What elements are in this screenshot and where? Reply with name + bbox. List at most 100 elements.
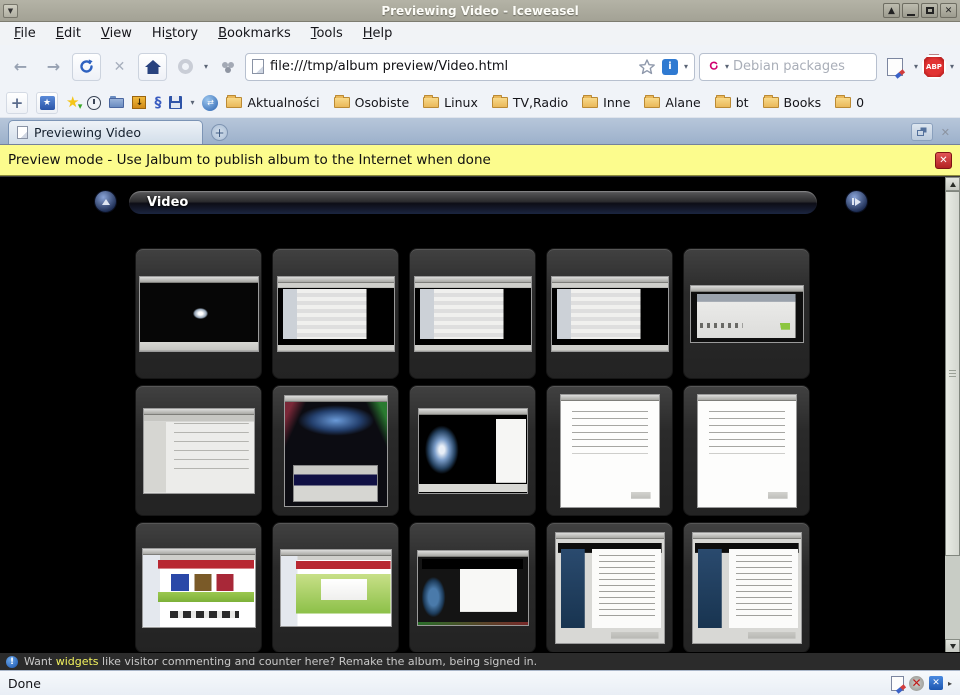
- chevron-down-icon[interactable]: ▾: [950, 62, 954, 71]
- album-header: Video: [0, 177, 945, 233]
- identity-icon[interactable]: i: [662, 59, 678, 75]
- video-thumbnail[interactable]: [272, 385, 399, 516]
- search-input[interactable]: Debian packages: [733, 59, 845, 74]
- album-page: Video: [0, 176, 960, 652]
- video-thumbnail[interactable]: [546, 522, 673, 652]
- url-bar[interactable]: file:///tmp/album preview/Video.html i ▾: [245, 53, 695, 81]
- video-thumbnail[interactable]: [683, 522, 810, 652]
- scroll-down-button[interactable]: [945, 639, 960, 652]
- widgets-bar: ! Want widgets like visitor commenting a…: [0, 652, 960, 670]
- save-icon[interactable]: [169, 96, 182, 109]
- bookmark-folder-label: Inne: [603, 95, 630, 110]
- extension-button[interactable]: [212, 53, 241, 81]
- video-thumbnail[interactable]: [135, 522, 262, 652]
- scrollbar-thumb[interactable]: [945, 191, 960, 556]
- bookmark-folder-aktualności[interactable]: Aktualności: [226, 95, 319, 110]
- chevron-down-icon[interactable]: ▾: [204, 62, 208, 71]
- video-thumbnail[interactable]: [409, 248, 536, 379]
- edit-page-icon[interactable]: [891, 676, 904, 691]
- bookmark-folder-books[interactable]: Books: [763, 95, 822, 110]
- new-tab-button[interactable]: +: [211, 124, 228, 141]
- adblock-plus-icon[interactable]: ABP: [922, 55, 946, 79]
- bookmark-folder-linux[interactable]: Linux: [423, 95, 478, 110]
- menu-help[interactable]: Help: [353, 24, 403, 43]
- debian-search-engine-icon[interactable]: [706, 59, 721, 74]
- forward-button[interactable]: →: [39, 53, 68, 81]
- bookmark-folders: Aktualności Osobiste Linux TV,Radio Inne Alan…: [226, 95, 864, 110]
- bookmarks-sidebar-button[interactable]: ★: [36, 92, 58, 114]
- page-scrollbar[interactable]: [945, 177, 960, 652]
- search-engine-dropdown-icon[interactable]: ▾: [725, 62, 729, 71]
- maximize-icon: [926, 7, 934, 14]
- shade-button[interactable]: ▲: [883, 3, 900, 18]
- notification-close-button[interactable]: ✕: [935, 152, 952, 169]
- menu-file[interactable]: File: [4, 24, 46, 43]
- video-thumbnail[interactable]: [409, 385, 536, 516]
- stop-icon: ✕: [114, 59, 126, 75]
- video-thumbnail[interactable]: [135, 385, 262, 516]
- close-button[interactable]: ✕: [940, 3, 957, 18]
- menu-view[interactable]: View: [91, 24, 142, 43]
- stop-button[interactable]: ✕: [105, 53, 134, 81]
- video-thumbnail[interactable]: [272, 522, 399, 652]
- close-tab-button[interactable]: ✕: [941, 126, 956, 139]
- bookmark-folder-bt[interactable]: bt: [715, 95, 749, 110]
- folder-icon: [334, 97, 350, 108]
- url-input[interactable]: file:///tmp/album preview/Video.html: [270, 59, 632, 74]
- slideshow-button[interactable]: [845, 190, 868, 213]
- bookmark-folder-alane[interactable]: Alane: [644, 95, 700, 110]
- video-thumbnail[interactable]: [683, 385, 810, 516]
- menu-bookmarks[interactable]: Bookmarks: [208, 24, 301, 43]
- maximize-button[interactable]: [921, 3, 938, 18]
- arrow-up-icon: [102, 199, 110, 205]
- window-menu-icon[interactable]: ▼: [3, 4, 18, 18]
- downloads-icon[interactable]: ↓: [132, 96, 146, 109]
- bookmark-folder-osobiste[interactable]: Osobiste: [334, 95, 410, 110]
- book-star-icon: ★: [40, 96, 55, 110]
- video-thumbnail[interactable]: [683, 248, 810, 379]
- back-button[interactable]: ←: [6, 53, 35, 81]
- menu-tools[interactable]: Tools: [301, 24, 353, 43]
- open-folder-icon[interactable]: [109, 98, 124, 108]
- blocked-globe-icon[interactable]: [909, 676, 924, 691]
- tab-previewing-video[interactable]: Previewing Video: [8, 120, 203, 144]
- bookmark-star-icon[interactable]: [638, 58, 656, 76]
- minimize-button[interactable]: [902, 3, 919, 18]
- bookmark-folder-inne[interactable]: Inne: [582, 95, 630, 110]
- bookmarks-toolbar: + ★ ★ ↓ § ▾ ⇄ Aktualności Osobiste Linux TV…: [0, 88, 960, 118]
- video-thumbnail[interactable]: [135, 248, 262, 379]
- starred-download-icon[interactable]: ★: [66, 95, 79, 110]
- thumb-setup-wizard: [560, 394, 660, 508]
- video-thumbnail[interactable]: [546, 385, 673, 516]
- bookmark-folder-0[interactable]: 0: [835, 95, 864, 110]
- reload-icon: [78, 58, 95, 75]
- search-bar[interactable]: ▾ Debian packages: [699, 53, 877, 81]
- extension-x-icon[interactable]: ✕: [929, 676, 943, 690]
- reload-button[interactable]: [72, 53, 101, 81]
- bookmark-folder-tv,radio[interactable]: TV,Radio: [492, 95, 568, 110]
- video-thumbnail[interactable]: [409, 522, 536, 652]
- video-thumbnail[interactable]: [546, 248, 673, 379]
- bookmark-folder-label: bt: [736, 95, 749, 110]
- chevron-right-icon[interactable]: ▸: [948, 679, 952, 688]
- url-dropdown-icon[interactable]: ▾: [684, 62, 688, 71]
- history-clock-icon[interactable]: [87, 96, 101, 110]
- scroll-up-button[interactable]: [945, 177, 960, 191]
- tab-bar: Previewing Video + ✕: [0, 118, 960, 145]
- globe-sync-icon[interactable]: ⇄: [202, 95, 218, 111]
- chevron-down-icon[interactable]: ▾: [190, 98, 194, 107]
- edit-page-button[interactable]: [881, 53, 910, 81]
- scrapbook-icon[interactable]: §: [154, 95, 161, 111]
- home-button[interactable]: [138, 53, 167, 81]
- menu-edit[interactable]: Edit: [46, 24, 91, 43]
- menu-history[interactable]: History: [142, 24, 208, 43]
- video-thumbnail[interactable]: [272, 248, 399, 379]
- new-button[interactable]: +: [6, 92, 28, 114]
- list-all-tabs-button[interactable]: [911, 123, 933, 141]
- status-text: Done: [8, 676, 41, 691]
- widgets-link[interactable]: widgets: [56, 655, 99, 668]
- chevron-down-icon[interactable]: ▾: [914, 62, 918, 71]
- thumb-preferences-window: [143, 408, 255, 494]
- notification-message: Preview mode - Use Jalbum to publish alb…: [8, 152, 491, 168]
- album-up-button[interactable]: [94, 190, 117, 213]
